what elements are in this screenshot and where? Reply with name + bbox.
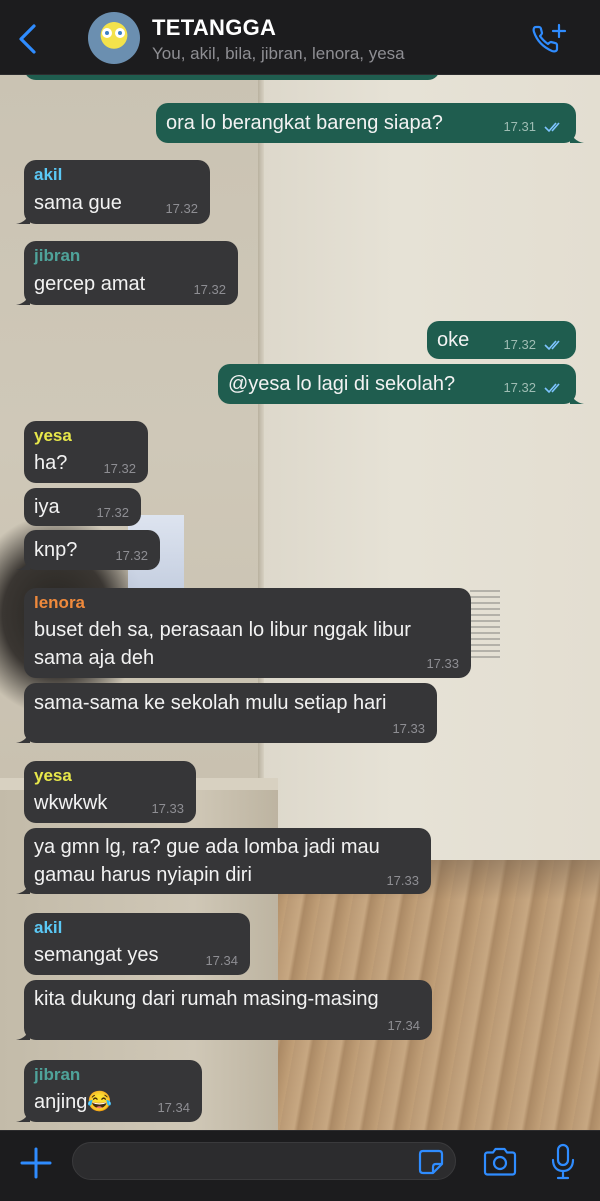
message-text: sama gue [34, 192, 122, 214]
bubble-tail [16, 729, 30, 743]
message-bubble-incoming[interactable]: lenora buset deh sa, perasaan lo libur n… [24, 588, 471, 678]
sender-name: akil [34, 918, 63, 937]
message-bubble-incoming[interactable]: knp? 17.32 [16, 530, 160, 570]
message-input[interactable] [72, 1142, 456, 1180]
message-text: @yesa lo lagi di sekolah? [228, 373, 456, 395]
sender-name: yesa [34, 766, 72, 785]
message-text: sama-sama ke sekolah mulu setiap hari [34, 692, 387, 714]
message-bubble-incoming[interactable]: yesa ha? 17.32 [24, 421, 148, 483]
message-text: kita dukung dari rumah masing-masing [34, 988, 379, 1010]
message-text: knp? [34, 539, 78, 561]
message-text-line: buset deh sa, perasaan lo libur nggak li… [34, 619, 411, 641]
add-call-icon[interactable] [530, 22, 568, 56]
chat-header: TETANGGA You, akil, bila, jibran, lenora… [0, 0, 600, 75]
message-list: 17.31 ora lo berangkat bareng siapa? 17.… [0, 0, 600, 1132]
read-receipt-icon [544, 383, 560, 394]
sender-name: lenora [34, 593, 86, 612]
message-time: 17.33 [151, 801, 184, 816]
sticker-icon[interactable] [418, 1149, 444, 1175]
bubble-tail [16, 1108, 30, 1122]
message-bubble-incoming[interactable]: jibran gercep amat 17.32 [16, 241, 238, 305]
chevron-left-icon[interactable] [14, 22, 44, 56]
message-text: anjing😂 [34, 1091, 113, 1113]
message-text: iya [34, 496, 60, 518]
message-time: 17.32 [503, 380, 536, 395]
message-bubble-incoming[interactable]: sama-sama ke sekolah mulu setiap hari 17… [16, 683, 437, 743]
bubble-tail [16, 291, 30, 305]
message-bubble-incoming[interactable]: jibran anjing😂 17.34 [16, 1060, 202, 1122]
sender-name: yesa [34, 426, 72, 445]
message-time: 17.32 [503, 337, 536, 352]
message-bubble-incoming[interactable]: yesa wkwkwk 17.33 [24, 761, 196, 823]
sender-name: jibran [34, 1065, 81, 1084]
sender-name: akil [34, 165, 63, 184]
camera-icon[interactable] [482, 1147, 518, 1177]
message-text: ha? [34, 452, 68, 474]
read-receipt-icon [544, 340, 560, 351]
bubble-tail [16, 1026, 30, 1040]
message-text-line: ya gmn lg, ra? gue ada lomba jadi mau [34, 836, 380, 858]
read-receipt-icon [544, 122, 560, 133]
message-time: 17.32 [103, 461, 136, 476]
bubble-tail [570, 129, 584, 143]
bubble-tail [16, 210, 30, 224]
sender-name: jibran [34, 246, 81, 265]
group-title[interactable]: TETANGGA [152, 15, 276, 41]
message-text: gercep amat [34, 273, 146, 295]
bubble-tail [570, 390, 584, 404]
message-text: oke [437, 329, 470, 351]
message-bubble-incoming[interactable]: iya 17.32 [24, 488, 141, 526]
message-time: 17.33 [386, 873, 419, 888]
bubble-tail [16, 556, 30, 570]
message-bubble-incoming[interactable]: kita dukung dari rumah masing-masing 17.… [16, 980, 432, 1040]
message-time: 17.32 [165, 201, 198, 216]
message-time: 17.33 [426, 656, 459, 671]
message-bubble-incoming[interactable]: akil semangat yes 17.34 [24, 913, 250, 975]
message-text: wkwkwk [34, 792, 108, 814]
message-time: 17.32 [193, 282, 226, 297]
message-text: semangat yes [34, 944, 159, 966]
message-text-line: sama aja deh [34, 647, 155, 669]
message-time: 17.34 [387, 1018, 420, 1033]
message-bubble-incoming[interactable]: akil sama gue 17.32 [16, 160, 210, 224]
message-time: 17.33 [392, 721, 425, 736]
message-text: ora lo berangkat bareng siapa? [166, 112, 443, 134]
message-time: 17.32 [96, 505, 129, 520]
message-time: 17.34 [157, 1100, 190, 1115]
group-avatar[interactable] [88, 12, 140, 64]
bubble-tail [16, 880, 30, 894]
group-members[interactable]: You, akil, bila, jibran, lenora, yesa [152, 44, 405, 64]
message-bubble-incoming[interactable]: ya gmn lg, ra? gue ada lomba jadi mau ga… [16, 828, 431, 894]
message-time: 17.31 [503, 119, 536, 134]
message-text-line: gamau harus nyiapin diri [34, 864, 252, 886]
message-input-bar [0, 1130, 600, 1201]
message-bubble-outgoing[interactable]: oke 17.32 [427, 321, 576, 359]
message-bubble-outgoing[interactable]: ora lo berangkat bareng siapa? 17.31 [156, 103, 584, 143]
message-time: 17.34 [205, 953, 238, 968]
message-bubble-outgoing[interactable]: @yesa lo lagi di sekolah? 17.32 [218, 364, 584, 404]
microphone-icon[interactable] [550, 1143, 576, 1181]
message-time: 17.32 [115, 548, 148, 563]
plus-icon[interactable] [18, 1145, 54, 1181]
